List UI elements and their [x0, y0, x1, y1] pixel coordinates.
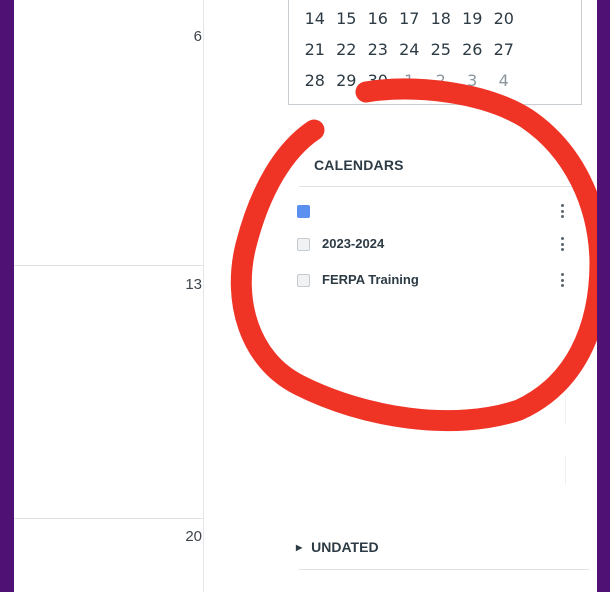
- mini-calendar-day[interactable]: 22: [331, 40, 363, 59]
- calendar-item[interactable]: FERPA Training: [297, 270, 567, 292]
- mini-calendar-day-next-month[interactable]: 4: [488, 71, 520, 90]
- week-grid-border: [203, 0, 204, 592]
- mini-calendar-day[interactable]: 29: [331, 71, 363, 90]
- mini-calendar-week: 21 22 23 24 25 26 27: [299, 40, 520, 59]
- divider: [565, 395, 566, 425]
- mini-calendar-day[interactable]: 16: [362, 9, 394, 28]
- day-number[interactable]: 13: [162, 276, 202, 293]
- kebab-menu-icon[interactable]: [557, 201, 567, 221]
- calendar-checkbox[interactable]: [297, 274, 310, 287]
- mini-calendar-day-next-month[interactable]: 2: [425, 71, 457, 90]
- mini-calendar-day[interactable]: 24: [394, 40, 426, 59]
- undated-label: UNDATED: [311, 539, 379, 555]
- mini-calendar-day[interactable]: 26: [457, 40, 489, 59]
- mini-calendar-day[interactable]: 25: [425, 40, 457, 59]
- mini-calendar-day-next-month[interactable]: 3: [457, 71, 489, 90]
- calendars-heading: CALENDARS: [314, 157, 404, 173]
- mini-calendar-week: 14 15 16 17 18 19 20: [299, 9, 520, 28]
- week-divider: [14, 518, 203, 519]
- mini-calendar-day[interactable]: 28: [299, 71, 331, 90]
- kebab-menu-icon[interactable]: [557, 270, 567, 290]
- divider: [565, 455, 566, 485]
- mini-calendar-day[interactable]: 18: [425, 9, 457, 28]
- day-number[interactable]: 20: [162, 528, 202, 545]
- mini-calendar-day[interactable]: 17: [394, 9, 426, 28]
- undated-divider: [299, 569, 589, 570]
- calendar-checkbox[interactable]: [297, 205, 310, 218]
- mini-calendar-day[interactable]: 27: [488, 40, 520, 59]
- mini-calendar-day-next-month[interactable]: 1: [394, 71, 426, 90]
- mini-calendar-day[interactable]: 14: [299, 9, 331, 28]
- calendar-label: 2023-2024: [322, 236, 385, 251]
- week-divider: [14, 265, 203, 266]
- caret-right-icon: ▶: [296, 542, 303, 552]
- calendar-checkbox[interactable]: [297, 238, 310, 251]
- calendar-item[interactable]: [297, 201, 567, 223]
- mini-calendar-day[interactable]: 20: [488, 9, 520, 28]
- calendar-label: FERPA Training: [322, 272, 419, 287]
- calendars-divider: [299, 186, 589, 187]
- calendar-screen: 6 13 20 14 15 16 17 18 19 20 21 22 23 24…: [14, 0, 597, 592]
- day-number[interactable]: 6: [162, 28, 202, 45]
- mini-calendar-day[interactable]: 23: [362, 40, 394, 59]
- calendar-item[interactable]: 2023-2024: [297, 234, 567, 256]
- undated-toggle[interactable]: ▶ UNDATED: [296, 539, 379, 555]
- mini-calendar-day[interactable]: 30: [362, 71, 394, 90]
- mini-calendar: 14 15 16 17 18 19 20 21 22 23 24 25 26 2…: [288, 0, 582, 105]
- mini-calendar-week: 28 29 30 1 2 3 4: [299, 71, 520, 90]
- kebab-menu-icon[interactable]: [557, 234, 567, 254]
- mini-calendar-day[interactable]: 19: [457, 9, 489, 28]
- mini-calendar-day[interactable]: 21: [299, 40, 331, 59]
- mini-calendar-day[interactable]: 15: [331, 9, 363, 28]
